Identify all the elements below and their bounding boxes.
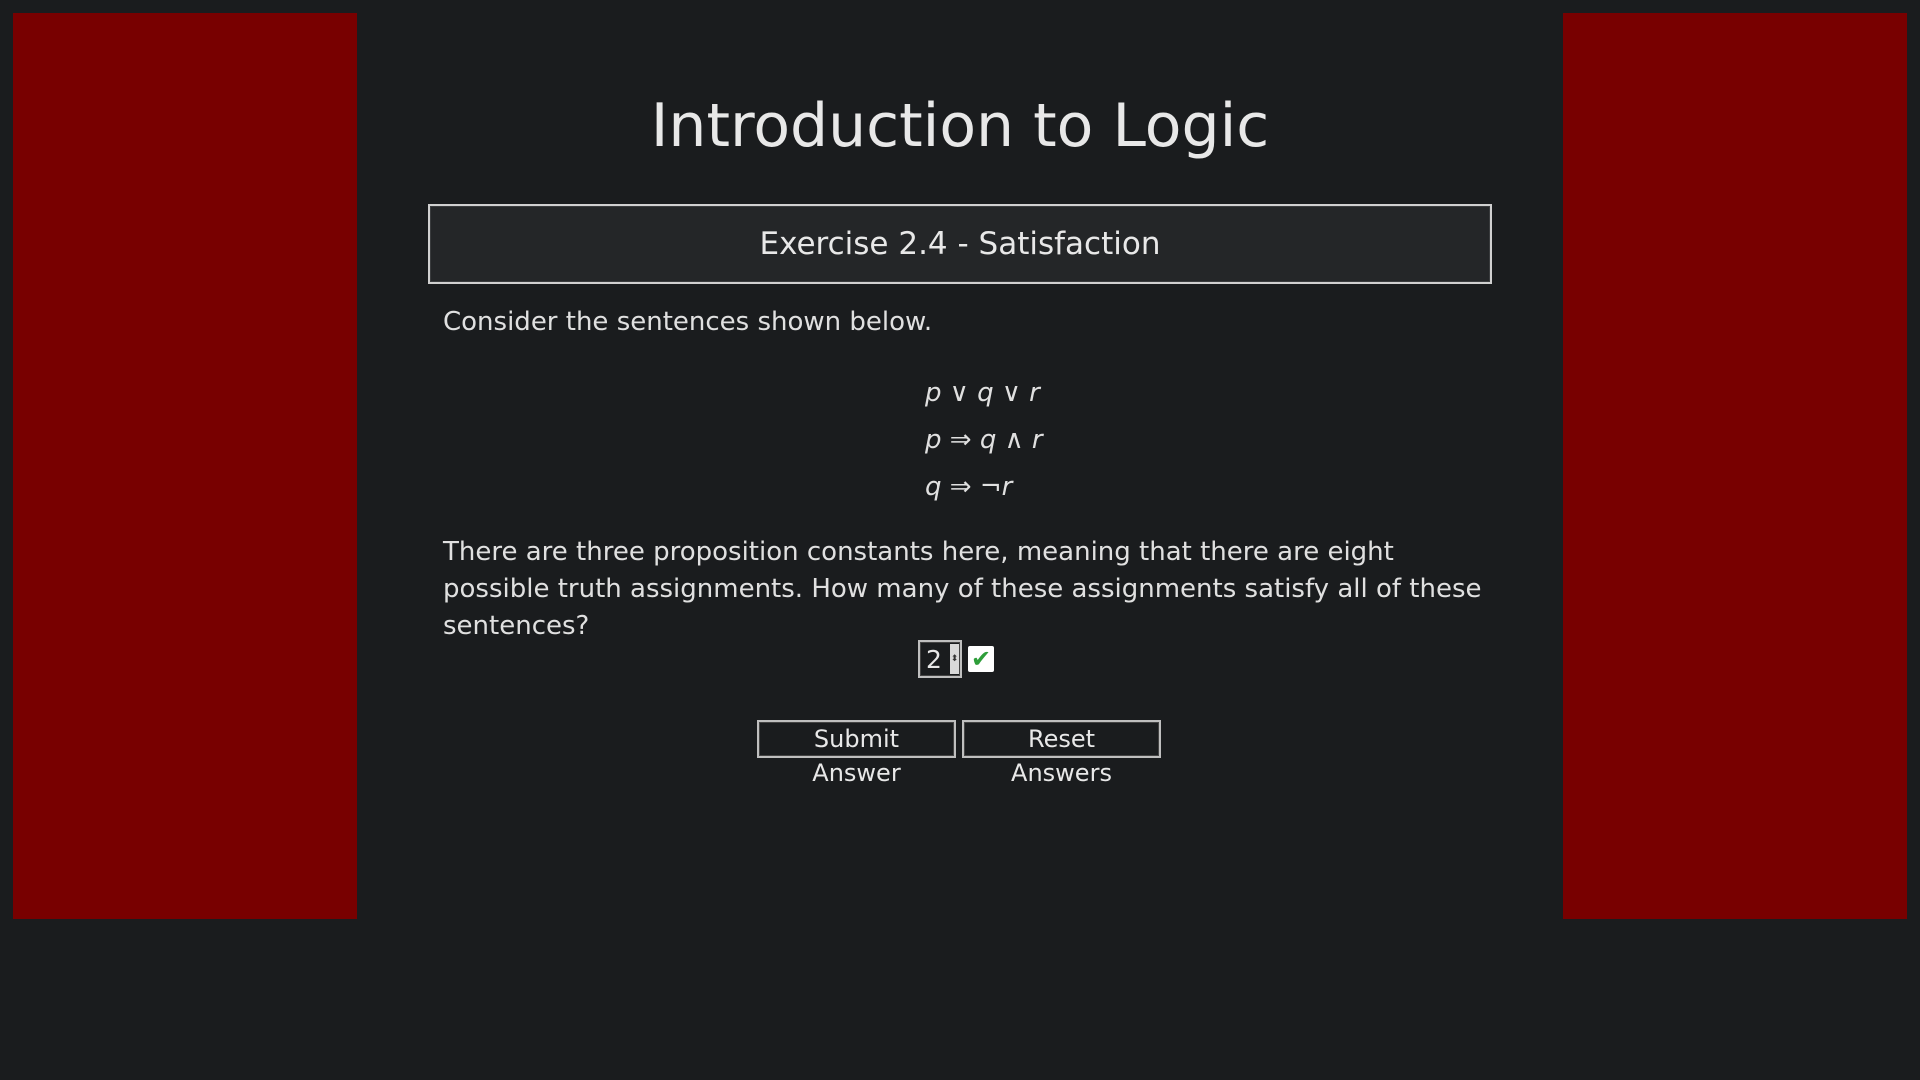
check-icon: ✔ bbox=[968, 646, 994, 672]
answer-value: 2 bbox=[926, 644, 942, 674]
left-side-panel bbox=[13, 13, 357, 919]
answer-row: 2 ⬍ ✔ bbox=[918, 640, 994, 678]
spinner-arrows-icon[interactable]: ⬍ bbox=[950, 644, 959, 674]
page-title: Introduction to Logic bbox=[650, 91, 1270, 161]
exercise-title: Exercise 2.4 - Satisfaction bbox=[759, 226, 1161, 262]
sentence-list: p ∨ q ∨ r p ⇒ q ∧ r q ⇒ ¬r bbox=[925, 370, 1125, 511]
sentence-2: p ⇒ q ∧ r bbox=[925, 425, 1043, 455]
sentence-1: p ∨ q ∨ r bbox=[925, 378, 1040, 408]
right-side-panel bbox=[1563, 13, 1907, 919]
button-row: Submit Answer Reset Answers bbox=[757, 720, 1161, 787]
exercise-header: Exercise 2.4 - Satisfaction bbox=[428, 204, 1492, 284]
main-content: Introduction to Logic Exercise 2.4 - Sat… bbox=[428, 0, 1492, 1080]
answer-number-input[interactable]: 2 ⬍ bbox=[918, 640, 962, 678]
submit-answer-button[interactable]: Submit Answer bbox=[757, 720, 956, 787]
sentence-3: q ⇒ ¬r bbox=[925, 472, 1013, 502]
question-text: There are three proposition constants he… bbox=[443, 537, 1482, 641]
intro-text: Consider the sentences shown below. bbox=[443, 307, 933, 337]
reset-answers-button[interactable]: Reset Answers bbox=[962, 720, 1161, 787]
